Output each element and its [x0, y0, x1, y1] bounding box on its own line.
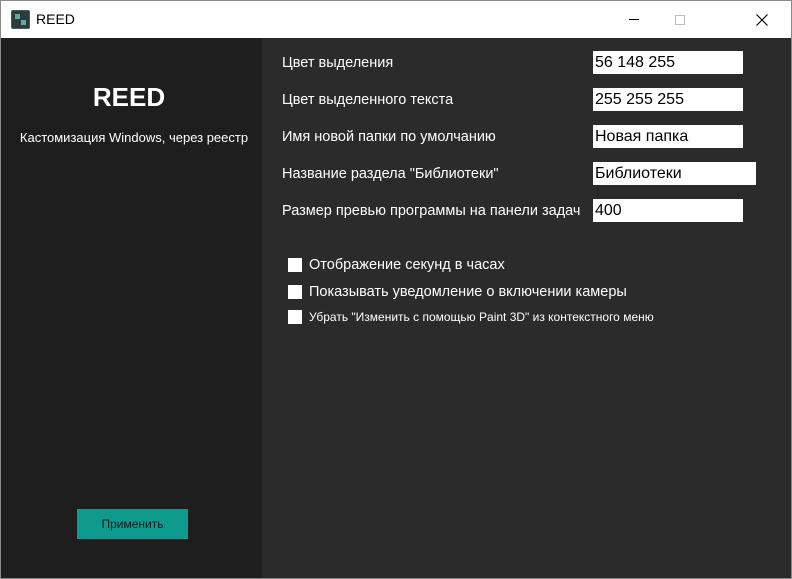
minimize-icon	[629, 19, 639, 20]
brand-title: REED	[92, 82, 166, 112]
window-title: REED	[36, 11, 75, 27]
selection-color-input[interactable]	[593, 51, 743, 74]
minimize-button[interactable]	[611, 1, 657, 38]
field-label-selection-color: Цвет выделения	[282, 55, 394, 71]
checkbox-label: Убрать "Изменить с помощью Paint 3D" из …	[309, 310, 654, 324]
brand-subtitle: Кастомизация Windows, через реестр	[19, 130, 249, 145]
title-bar[interactable]: REED	[1, 1, 791, 38]
close-button[interactable]	[739, 1, 785, 38]
field-label-selected-text-color: Цвет выделенного текста	[282, 92, 454, 108]
taskbar-preview-size-input[interactable]	[593, 199, 743, 222]
selected-text-color-input[interactable]	[593, 88, 743, 111]
remove-paint3d-checkbox[interactable]	[288, 310, 302, 324]
checkbox-label: Показывать уведомление о включении камер…	[309, 284, 627, 300]
app-window: REED REED Кастомизация Windows, через ре…	[0, 0, 792, 579]
show-seconds-checkbox[interactable]	[288, 258, 302, 272]
field-label-new-folder-name: Имя новой папки по умолчанию	[282, 129, 496, 145]
checkbox-row-remove-paint3d[interactable]: Убрать "Изменить с помощью Paint 3D" из …	[288, 310, 654, 324]
sidebar: REED Кастомизация Windows, через реестр …	[1, 38, 262, 578]
field-label-taskbar-preview-size: Размер превью программы на панели задач	[282, 203, 581, 219]
new-folder-name-input[interactable]	[593, 125, 743, 148]
checkbox-label: Отображение секунд в часах	[309, 257, 505, 273]
camera-notification-checkbox[interactable]	[288, 285, 302, 299]
maximize-button[interactable]	[657, 1, 703, 38]
checkbox-row-show-seconds[interactable]: Отображение секунд в часах	[288, 257, 505, 273]
libraries-name-input[interactable]	[593, 162, 756, 185]
close-icon	[756, 13, 768, 26]
maximize-icon	[675, 14, 685, 25]
field-label-libraries-name: Название раздела "Библиотеки"	[282, 166, 499, 182]
settings-panel: Цвет выделения Цвет выделенного текста И…	[262, 38, 791, 578]
checkbox-row-camera-notification[interactable]: Показывать уведомление о включении камер…	[288, 284, 627, 300]
app-icon	[11, 10, 30, 29]
apply-button[interactable]: Применить	[77, 509, 188, 539]
